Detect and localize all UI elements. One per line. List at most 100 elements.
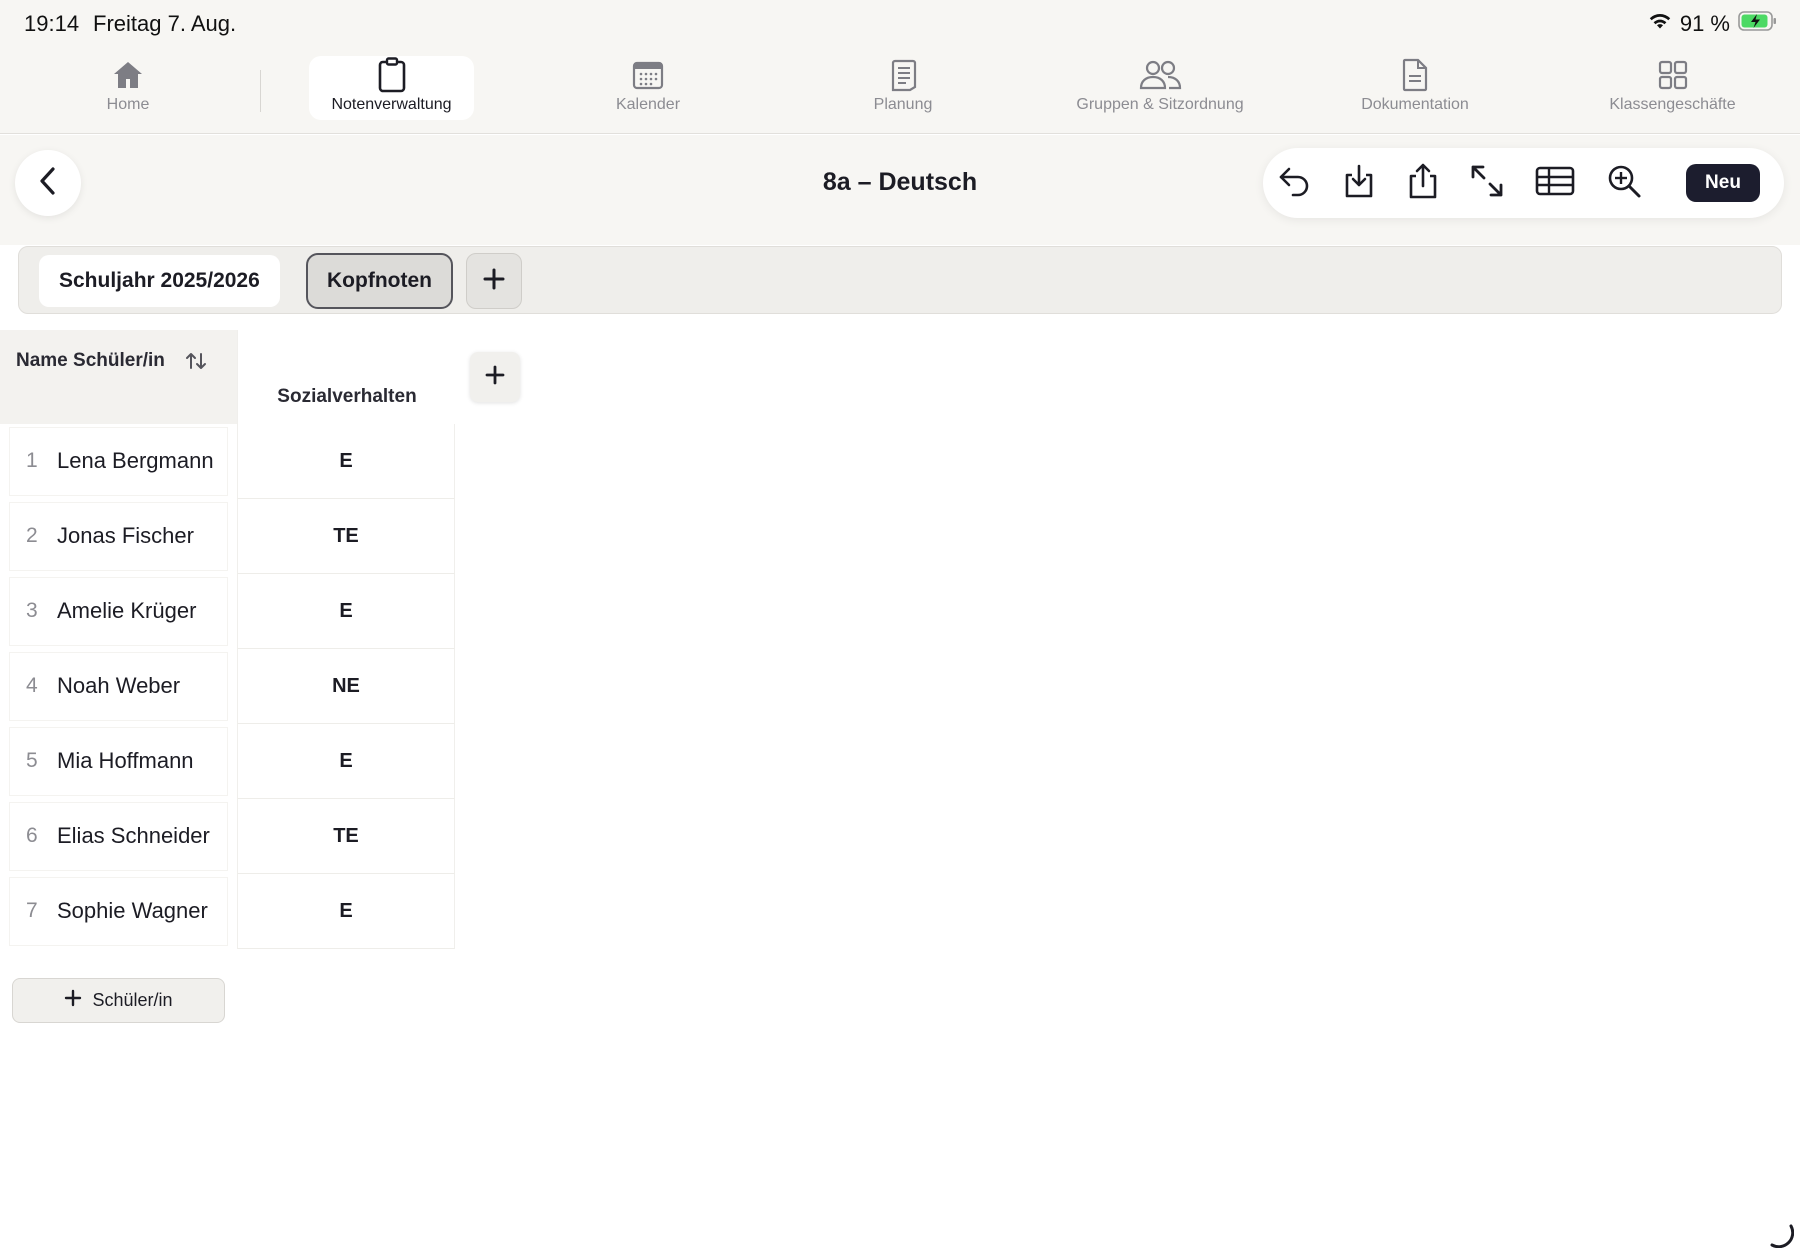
new-button[interactable]: Neu [1686,164,1760,202]
zoom-button[interactable] [1604,163,1644,203]
tab-divider [260,70,261,112]
grade-cell[interactable]: E [237,874,455,949]
name-header-label: Name Schüler/in [16,350,165,371]
expand-icon [1469,163,1505,204]
row-number: 2 [26,524,38,547]
tab-label: Gruppen & Sitzordnung [1076,96,1244,113]
share-icon [1406,162,1440,205]
student-name: Noah Weber [57,673,181,698]
row-number: 6 [26,824,38,847]
tab-kopfnoten[interactable]: Kopfnoten [306,253,453,309]
row-number: 5 [26,749,38,772]
tab-label: Kalender [615,96,681,113]
status-indicators: 91 % [1648,10,1778,38]
sort-icon[interactable] [185,350,207,372]
undo-button[interactable] [1275,163,1315,203]
student-name: Sophie Wagner [57,898,208,923]
tab-label: Klassengeschäfte [1609,96,1736,113]
download-button[interactable] [1339,163,1379,203]
grade-cell[interactable]: E [237,424,455,499]
grade-cell[interactable]: TE [237,499,455,574]
student-name-cell[interactable]: 1 Lena Bergmann [10,428,227,495]
add-student-label: Schüler/in [92,990,173,1010]
student-name: Amelie Krüger [57,598,197,623]
battery-percent: 91 % [1679,11,1730,36]
student-name: Jonas Fischer [57,523,194,548]
tab-label: Planung [873,96,933,113]
people-icon [1138,58,1182,92]
status-time: 19:14 [24,11,80,36]
tab-gruppen[interactable]: Gruppen & Sitzordnung [1060,56,1260,120]
tab-kalender[interactable]: Kalender [588,56,708,120]
notebook-icon [886,58,920,92]
table-row: 3 Amelie Krüger E [0,574,455,649]
grade-cell[interactable]: NE [237,649,455,724]
grade-cell[interactable]: TE [237,799,455,874]
student-name: Elias Schneider [57,823,210,848]
student-name-cell[interactable]: 6 Elias Schneider [10,803,227,870]
table-row: 7 Sophie Wagner E [0,874,455,949]
grade-cell[interactable]: E [237,724,455,799]
row-number: 4 [26,674,38,697]
student-name-cell[interactable]: 3 Amelie Krüger [10,578,227,645]
student-name-cell[interactable]: 2 Jonas Fischer [10,503,227,570]
table-row: 1 Lena Bergmann E [0,424,455,499]
grade-table: Name Schüler/in Sozialverhalten 1 Lena B… [0,330,1800,1257]
grade-cell[interactable]: E [237,574,455,649]
student-name: Mia Hoffmann [57,748,194,773]
tab-home[interactable]: Home [78,56,178,120]
student-name-cell[interactable]: 4 Noah Weber [10,653,227,720]
main-tab-bar: Home Notenverwaltung Kalender Planung Gr… [0,48,1800,134]
student-name: Lena Bergmann [57,448,214,473]
wifi-icon [1648,11,1672,37]
page-title: 8a – Deutsch [822,168,978,196]
tab-label: Home [106,96,150,113]
row-number: 1 [26,449,38,472]
clipboard-icon [375,57,409,93]
table-row: 2 Jonas Fischer TE [0,499,455,574]
download-icon [1342,163,1376,204]
tab-notenverwaltung[interactable]: Notenverwaltung [309,56,474,120]
tab-planung[interactable]: Planung [848,56,958,120]
expand-button[interactable] [1467,163,1507,203]
page-header: 8a – Deutsch Neu [0,135,1800,245]
home-icon [111,58,145,92]
undo-icon [1277,163,1313,204]
plus-icon [483,268,505,295]
tab-school-year[interactable]: Schuljahr 2025/2026 [39,255,280,307]
tab-label: Notenverwaltung [331,96,452,113]
column-header-label: Sozialverhalten [277,386,417,407]
document-icon [1398,58,1432,92]
add-student-button[interactable]: Schüler/in [12,978,225,1023]
battery-icon [1738,10,1778,38]
status-date: Freitag 7. Aug. [93,11,237,36]
table-row: 5 Mia Hoffmann E [0,724,455,799]
student-name-cell[interactable]: 5 Mia Hoffmann [10,728,227,795]
table-view-button[interactable] [1535,163,1575,203]
zoom-in-icon [1606,163,1642,204]
loading-spinner-icon [1768,1222,1795,1249]
name-column-header[interactable]: Name Schüler/in [0,330,237,424]
calendar-icon [631,58,665,92]
table-icon [1535,165,1575,202]
chevron-left-icon [37,166,59,201]
share-button[interactable] [1403,163,1443,203]
tab-label: Dokumentation [1361,96,1469,113]
row-number: 3 [26,599,38,622]
add-tab-button[interactable] [466,253,522,309]
plus-icon [64,989,82,1012]
back-button[interactable] [15,150,81,216]
row-number: 7 [26,899,38,922]
grid-icon [1656,58,1690,92]
tab-dokumentation[interactable]: Dokumentation [1345,56,1485,120]
table-row: 4 Noah Weber NE [0,649,455,724]
status-bar: 19:14 Freitag 7. Aug. 91 % [0,0,1800,48]
period-tabs: Schuljahr 2025/2026 Kopfnoten [18,246,1782,314]
table-row: 6 Elias Schneider TE [0,799,455,874]
column-header-sozialverhalten[interactable]: Sozialverhalten [237,330,455,424]
student-name-cell[interactable]: 7 Sophie Wagner [10,878,227,945]
add-column-button[interactable] [470,352,520,402]
plus-icon [485,365,505,390]
toolbar: Neu [1263,148,1784,218]
tab-klassengeschaefte[interactable]: Klassengeschäfte [1595,56,1750,120]
